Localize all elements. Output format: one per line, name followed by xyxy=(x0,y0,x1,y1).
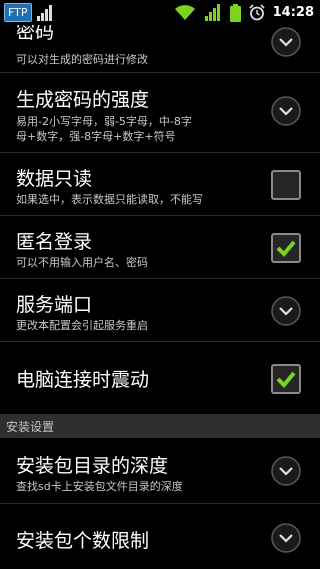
setting-service-port[interactable]: 服务端口 更改本配置会引起服务重启 xyxy=(0,279,320,342)
status-time: 14:28 xyxy=(272,5,314,20)
setting-anonymous-login[interactable]: 匿名登录 可以不用输入用户名、密码 xyxy=(0,216,320,279)
setting-vibrate-on-connect[interactable]: 电脑连接时震动 xyxy=(0,342,320,414)
battery-icon xyxy=(229,3,241,22)
chevron-down-icon[interactable] xyxy=(271,523,301,553)
setting-title: 服务端口 xyxy=(16,294,93,316)
setting-summary: 更改本配置会引起服务重启 xyxy=(16,319,148,332)
setting-title: 数据只读 xyxy=(16,168,93,190)
setting-title: 生成密码的强度 xyxy=(16,89,150,111)
setting-title: 安装包个数限制 xyxy=(16,530,150,552)
setting-summary: 查找sd卡上安装包文件目录的深度 xyxy=(16,480,183,493)
setting-summary-line-1: 易用-2小写字母，弱-5字母，中-8字 xyxy=(16,115,192,128)
setting-title: 安装包目录的深度 xyxy=(16,455,169,477)
checkbox-checked[interactable] xyxy=(271,364,301,394)
setting-summary-line-2: 母+数字，强-8字母+数字+符号 xyxy=(16,130,176,143)
section-label: 安装设置 xyxy=(6,420,55,434)
setting-package-dir-depth[interactable]: 安装包目录的深度 查找sd卡上安装包文件目录的深度 xyxy=(0,438,320,504)
settings-list[interactable]: 密码 可以对生成的密码进行修改 生成密码的强度 易用-2小写字母，弱-5字母，中… xyxy=(0,25,320,569)
ftp-notification-icon: FTP xyxy=(4,3,32,22)
setting-password-strength[interactable]: 生成密码的强度 易用-2小写字母，弱-5字母，中-8字 母+数字，强-8字母+数… xyxy=(0,73,320,153)
status-bar: FTP 14:28 xyxy=(0,0,320,25)
setting-summary: 如果选中，表示数据只能读取，不能写 xyxy=(16,193,203,206)
chevron-down-icon[interactable] xyxy=(271,296,301,326)
setting-password[interactable]: 密码 可以对生成的密码进行修改 xyxy=(0,25,320,73)
setting-summary: 可以不用输入用户名、密码 xyxy=(16,256,148,269)
section-header-install: 安装设置 xyxy=(0,414,320,438)
checkbox-unchecked[interactable] xyxy=(271,170,301,200)
setting-title: 匿名登录 xyxy=(16,231,93,253)
setting-read-only[interactable]: 数据只读 如果选中，表示数据只能读取，不能写 xyxy=(0,153,320,216)
status-icons: 14:28 xyxy=(174,3,314,22)
chevron-down-icon[interactable] xyxy=(271,27,301,57)
wifi-icon xyxy=(174,5,195,20)
chevron-down-icon[interactable] xyxy=(271,456,301,486)
chevron-down-icon[interactable] xyxy=(271,96,301,126)
cell-signal-icon xyxy=(204,4,220,21)
checkbox-checked[interactable] xyxy=(271,233,301,263)
setting-title: 电脑连接时震动 xyxy=(16,369,150,391)
setting-summary: 可以对生成的密码进行修改 xyxy=(16,53,148,66)
alarm-icon xyxy=(248,4,265,21)
setting-title: 密码 xyxy=(16,25,55,43)
setting-package-count-limit[interactable]: 安装包个数限制 xyxy=(0,504,320,569)
signal-small-icon xyxy=(37,5,52,21)
